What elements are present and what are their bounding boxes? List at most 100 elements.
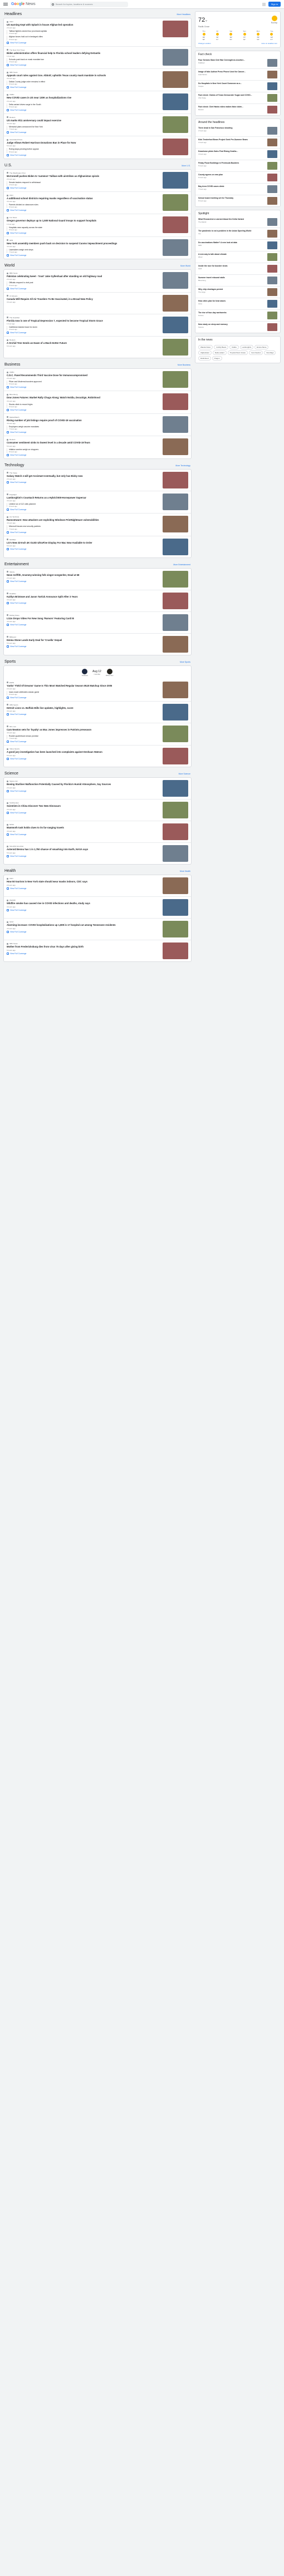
side-item-headline[interactable]: Four Seniors Slam Civil War Oversight As… [198, 59, 266, 61]
local-item[interactable]: Three dead in San Francisco shooting 2 ho… [195, 125, 280, 137]
full-coverage-link[interactable]: View Full Coverage [7, 187, 160, 190]
story-headline[interactable]: Dow Jones Futures: Market Rally Chugs Al… [7, 396, 160, 399]
side-item-headline[interactable]: Summer travel rebound stalls [198, 277, 266, 279]
story-thumbnail[interactable] [163, 71, 188, 88]
factcheck-item[interactable]: Fact check: Chet Hanks video makes false… [195, 104, 280, 115]
full-coverage-link[interactable]: View Full Coverage [7, 231, 160, 234]
health-more-link[interactable]: More Health [180, 870, 190, 872]
side-item-thumbnail[interactable] [267, 139, 277, 146]
side-item-thumbnail[interactable] [267, 277, 277, 284]
story-item[interactable]: Yahoo Sports A good jury investigation ha… [4, 746, 191, 767]
story-thumbnail[interactable] [163, 802, 188, 819]
factcheck-item[interactable]: Do Hospitals in New York Count Someone a… [195, 81, 280, 92]
side-item-headline[interactable]: Bay Area COVID cases climb [198, 185, 266, 187]
side-item-headline[interactable]: Fact check: Claims of Texas Democrats' S… [198, 94, 266, 96]
story-thumbnail[interactable] [163, 316, 188, 333]
trending-chip[interactable]: Nvidia [229, 345, 239, 349]
side-item-thumbnail[interactable] [267, 265, 277, 273]
story-item[interactable]: CBS Sports Detroit Lions vs. Buffalo Bill… [4, 702, 191, 723]
related-story[interactable]: Caribbean islands brace for storm 4 hours… [7, 325, 160, 331]
story-thumbnail[interactable] [163, 339, 188, 356]
story-item[interactable]: Space.com Boeing Starliner Malfunction Po… [4, 778, 191, 800]
full-coverage-link[interactable]: View Full Coverage [7, 431, 160, 434]
full-coverage-link[interactable]: View Full Coverage [7, 789, 160, 792]
story-thumbnail[interactable] [163, 239, 188, 256]
story-item[interactable]: CNBC C.D.C. Panel Recommends Third Vaccin… [4, 369, 191, 392]
full-coverage-link[interactable]: View Full Coverage [7, 757, 160, 760]
spotlight-item[interactable]: Do vaccinations Matter? A new look at da… [195, 240, 280, 251]
story-headline[interactable]: Galaxy Watch 4 will get Assistant eventu… [7, 475, 160, 477]
full-coverage-link[interactable]: View Full Coverage [7, 509, 160, 511]
story-item[interactable]: Bloomberg Dow Jones Futures: Market Rally… [4, 391, 191, 414]
side-item-headline[interactable]: A new way to talk about climate [198, 253, 266, 255]
full-coverage-link[interactable]: View Full Coverage [7, 547, 160, 550]
story-thumbnail[interactable] [163, 570, 188, 588]
trending-chip[interactable]: DocuSign [264, 351, 276, 355]
story-item[interactable]: The Guardian Florida now is one of Tropic… [4, 314, 191, 337]
story-headline[interactable]: Wildfire smoke has caused rise in COVID … [7, 902, 160, 905]
side-item-headline[interactable]: Kids Tenderfoot Bears Project Seek Pre-S… [198, 139, 266, 141]
spotlight-item[interactable]: The pandemic is not a problem in the Asi… [195, 228, 280, 240]
side-item-headline[interactable]: Why chip shortages persist [198, 288, 266, 290]
story-item[interactable]: CNN How 50 tourism in New York state shou… [4, 875, 191, 897]
search-input[interactable]: Search for topics, locations & sources [50, 1, 128, 7]
story-item[interactable]: Scientific American Asteroid Bennu has 1 … [4, 843, 191, 864]
story-thumbnail[interactable] [163, 48, 188, 66]
side-item-thumbnail[interactable] [267, 230, 277, 238]
story-headline[interactable]: Scientists in China Discover Two New Din… [7, 805, 160, 807]
side-item-headline[interactable]: The pandemic is not a problem in the Asi… [198, 230, 266, 232]
full-coverage-link[interactable]: View Full Coverage [7, 696, 160, 699]
full-coverage-link[interactable]: View Full Coverage [7, 855, 160, 857]
full-coverage-link[interactable]: View Full Coverage [7, 332, 160, 334]
story-headline[interactable]: Mother from Fredericksburg dies from vir… [7, 945, 160, 948]
full-coverage-link[interactable]: View Full Coverage [7, 952, 160, 955]
trending-chip[interactable]: Cam Newton [249, 351, 263, 355]
full-coverage-link[interactable]: View Full Coverage [7, 580, 160, 583]
story-thumbnail[interactable] [163, 748, 188, 765]
side-item-thumbnail[interactable] [267, 218, 277, 226]
story-item[interactable]: 9to5Mac LG's New 32-Inch 4K OLED UltraFin… [4, 536, 191, 557]
related-story[interactable]: Ruling stays pending further appeal 8 hou… [7, 148, 160, 153]
local-item[interactable]: Downtown pilots Sales Find Rising Deaths… [195, 149, 280, 160]
story-headline[interactable]: Lizzo Drops Video For New Song 'Rumors' … [7, 617, 160, 620]
story-thumbnail[interactable] [163, 438, 188, 456]
story-headline[interactable]: Boeing Starliner Malfunction Potentially… [7, 783, 160, 786]
story-item[interactable]: Reuters Consumer sentiment sinks to lowes… [4, 436, 191, 458]
story-thumbnail[interactable] [163, 93, 188, 111]
story-thumbnail[interactable] [163, 703, 188, 721]
story-thumbnail[interactable] [163, 371, 188, 388]
story-headline[interactable]: Appeals court rules against Gov. Abbott;… [7, 74, 160, 77]
story-thumbnail[interactable] [163, 171, 188, 189]
spotlight-item[interactable]: Inside the race for booster shots STAT [195, 263, 280, 275]
story-headline[interactable]: Yanks' 'Field Of Dreams' Game Is This Mo… [7, 684, 160, 687]
story-thumbnail[interactable] [163, 592, 188, 609]
related-story[interactable]: Hospitals near capacity across the state… [7, 226, 160, 231]
google-news-logo[interactable]: Google News [11, 2, 36, 6]
story-headline[interactable]: Emma Stone Lands Early Deal for 'Cruella… [7, 639, 160, 641]
story-headline[interactable]: A Orchid Tree Sends an Dawn of a Much Ho… [7, 342, 160, 344]
side-item-thumbnail[interactable] [267, 106, 277, 113]
menu-icon[interactable] [3, 3, 8, 6]
full-coverage-link[interactable]: View Full Coverage [7, 601, 160, 604]
side-item-thumbnail[interactable] [267, 300, 277, 308]
headlines-more-link[interactable]: More Headlines [177, 13, 190, 16]
local-item[interactable]: County agrees on new plan 6 hours ago [195, 172, 280, 184]
story-thumbnail[interactable] [163, 921, 188, 938]
story-thumbnail[interactable] [163, 216, 188, 234]
related-story[interactable]: Dallas County judge order remains in eff… [7, 81, 160, 86]
story-headline[interactable]: Ransomware: How attackers are exploiting… [7, 519, 160, 521]
story-headline[interactable]: A good jury investigation has been launc… [7, 751, 160, 753]
story-headline[interactable]: New COVID cases in US near 130K as hospi… [7, 96, 160, 99]
story-thumbnail[interactable] [163, 194, 188, 211]
story-item[interactable]: Associated Press Judge Allows Robert Harr… [4, 136, 191, 158]
side-item-thumbnail[interactable] [267, 174, 277, 181]
full-coverage-link[interactable]: View Full Coverage [7, 41, 160, 44]
story-item[interactable]: The New York Times Biden administration o… [4, 47, 191, 70]
story-item[interactable]: The Verge Galaxy Watch 4 will get Assista… [4, 470, 191, 491]
trending-chip[interactable]: Robinhood [198, 356, 211, 361]
side-item-thumbnail[interactable] [267, 82, 277, 90]
story-item[interactable]: Fox News Oregon governor deploys up to 1,… [4, 214, 191, 237]
local-item[interactable]: Bay Area COVID cases climb 7 hours ago [195, 184, 280, 195]
entertainment-more-link[interactable]: More Entertainment [173, 564, 190, 566]
side-item-headline[interactable]: The rise of four-day workweeks [198, 312, 266, 314]
